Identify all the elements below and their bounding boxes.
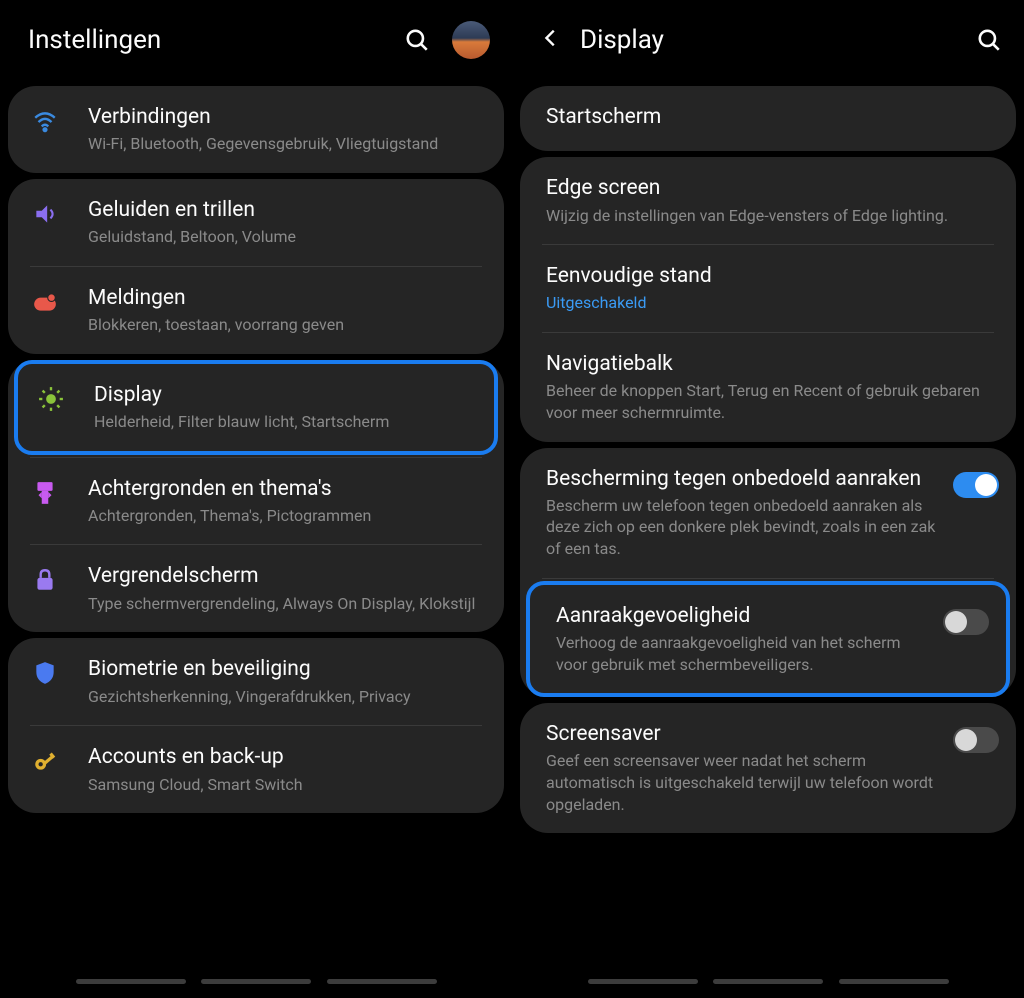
item-subtitle: Wi-Fi, Bluetooth, Gegevensgebruik, Vlieg…	[88, 133, 488, 155]
settings-item[interactable]: Vergrendelscherm Type schermvergrendeling…	[8, 545, 504, 632]
page-title: Display	[580, 25, 976, 55]
item-subtitle: Blokkeren, toestaan, voorrang geven	[88, 314, 488, 336]
display-item[interactable]: Bescherming tegen onbedoeld aanrakenBesc…	[520, 448, 1016, 578]
settings-section: DisplayHelderheid, Filter blauw licht, S…	[8, 360, 504, 633]
back-icon[interactable]	[540, 27, 562, 54]
item-title: Startscherm	[546, 104, 996, 131]
page-title: Instellingen	[28, 25, 404, 55]
nav-bar	[512, 979, 1024, 995]
item-subtitle: Verhoog de aanraakgevoeligheid van het s…	[556, 632, 930, 675]
display-screen: Display Startscherm Edge screen Wijzig de …	[512, 0, 1024, 998]
header: Display	[512, 0, 1024, 80]
item-subtitle: Geef een screensaver weer nadat het sche…	[546, 750, 940, 815]
display-section: Startscherm	[520, 86, 1016, 151]
item-subtitle: Samsung Cloud, Smart Switch	[88, 774, 488, 796]
settings-item[interactable]: Accounts en back-up Samsung Cloud, Smart …	[8, 726, 504, 813]
item-title: Accounts en back-up	[88, 744, 488, 771]
toggle-switch[interactable]	[953, 727, 999, 753]
item-subtitle: Wijzig de instellingen van Edge-vensters…	[546, 205, 996, 227]
settings-item[interactable]: Geluiden en trillenGeluidstand, Beltoon,…	[8, 179, 504, 266]
display-icon	[38, 382, 94, 412]
display-section: Edge screen Wijzig de instellingen van Ed…	[520, 157, 1016, 441]
wifi-icon	[32, 104, 88, 134]
shield-icon	[32, 656, 88, 686]
item-title: Verbindingen	[88, 104, 488, 131]
settings-item[interactable]: MeldingenBlokkeren, toestaan, voorrang g…	[8, 267, 504, 354]
settings-item[interactable]: Achtergronden en thema'sAchtergronden, T…	[8, 458, 504, 545]
notif-icon	[32, 285, 88, 315]
item-title: Aanraakgevoeligheid	[556, 603, 930, 630]
item-subtitle: Helderheid, Filter blauw licht, Startsch…	[94, 411, 478, 433]
item-title: Navigatiebalk	[546, 351, 996, 378]
display-section: Bescherming tegen onbedoeld aanrakenBesc…	[520, 448, 1016, 698]
item-title: Geluiden en trillen	[88, 197, 488, 224]
item-subtitle: Achtergronden, Thema's, Pictogrammen	[88, 505, 488, 527]
item-title: Meldingen	[88, 285, 488, 312]
key-icon	[32, 744, 88, 774]
search-icon[interactable]	[404, 27, 430, 53]
item-title: Bescherming tegen onbedoeld aanraken	[546, 466, 940, 493]
display-item[interactable]: ScreensaverGeef een screensaver weer nad…	[520, 703, 1016, 833]
item-subtitle: Uitgeschakeld	[546, 292, 996, 314]
sound-icon	[32, 197, 88, 227]
settings-screen: Instellingen VerbindingenWi-Fi, Bluetoot…	[0, 0, 512, 998]
item-subtitle: Geluidstand, Beltoon, Volume	[88, 226, 488, 248]
display-section: ScreensaverGeef een screensaver weer nad…	[520, 703, 1016, 833]
toggle-switch[interactable]	[943, 609, 989, 635]
highlighted-item: DisplayHelderheid, Filter blauw licht, S…	[14, 360, 498, 455]
item-title: Screensaver	[546, 721, 940, 748]
settings-item[interactable]: VerbindingenWi-Fi, Bluetooth, Gegevensge…	[8, 86, 504, 173]
display-item[interactable]: Edge screen Wijzig de instellingen van Ed…	[520, 157, 1016, 244]
toggle-switch[interactable]	[953, 472, 999, 498]
item-subtitle: Type schermvergrendeling, Always On Disp…	[88, 593, 488, 615]
themes-icon	[32, 476, 88, 506]
settings-section: Biometrie en beveiliging Gezichtsherkenni…	[8, 638, 504, 813]
settings-item[interactable]: DisplayHelderheid, Filter blauw licht, S…	[18, 364, 494, 451]
display-item[interactable]: Startscherm	[520, 86, 1016, 151]
item-title: Vergrendelscherm	[88, 563, 488, 590]
display-item[interactable]: Eenvoudige standUitgeschakeld	[520, 245, 1016, 332]
item-subtitle: Bescherm uw telefoon tegen onbedoeld aan…	[546, 495, 940, 560]
lock-icon	[32, 563, 88, 593]
header: Instellingen	[0, 0, 512, 80]
display-item[interactable]: AanraakgevoeligheidVerhoog de aanraakgev…	[530, 585, 1006, 693]
settings-item[interactable]: Biometrie en beveiliging Gezichtsherkenni…	[8, 638, 504, 725]
profile-avatar[interactable]	[452, 21, 490, 59]
nav-bar	[0, 979, 512, 995]
item-title: Achtergronden en thema's	[88, 476, 488, 503]
item-title: Eenvoudige stand	[546, 263, 996, 290]
item-subtitle: Gezichtsherkenning, Vingerafdrukken, Pri…	[88, 686, 488, 708]
highlighted-item: AanraakgevoeligheidVerhoog de aanraakgev…	[526, 581, 1010, 697]
search-icon[interactable]	[976, 27, 1002, 53]
item-title: Display	[94, 382, 478, 409]
item-title: Biometrie en beveiliging	[88, 656, 488, 683]
display-item[interactable]: NavigatiebalkBeheer de knoppen Start, Te…	[520, 333, 1016, 441]
settings-section: VerbindingenWi-Fi, Bluetooth, Gegevensge…	[8, 86, 504, 173]
item-subtitle: Beheer de knoppen Start, Terug en Recent…	[546, 380, 996, 423]
settings-section: Geluiden en trillenGeluidstand, Beltoon,…	[8, 179, 504, 354]
item-title: Edge screen	[546, 175, 996, 202]
